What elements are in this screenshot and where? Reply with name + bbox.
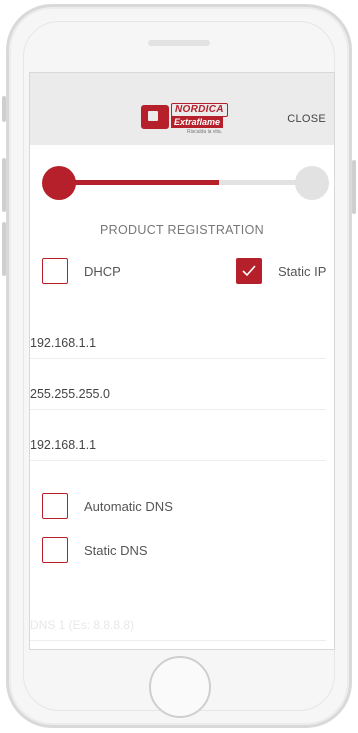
app-screen: NORDICA Extraflame Riscalda la vita. CLO…	[29, 72, 335, 650]
dhcp-checkbox[interactable]	[42, 258, 68, 284]
step-1-indicator	[42, 166, 76, 200]
ip-address-field[interactable]: 192.168.1.1	[30, 327, 326, 359]
automatic-dns-label: Automatic DNS	[84, 498, 173, 514]
progress-track	[60, 180, 312, 185]
mute-switch	[2, 96, 6, 122]
dhcp-option[interactable]: DHCP	[42, 258, 121, 284]
checkmark-icon	[242, 265, 256, 277]
close-button[interactable]: CLOSE	[287, 113, 326, 125]
dhcp-label: DHCP	[84, 263, 121, 279]
brand-logo-mark-icon	[141, 105, 169, 129]
earpiece-speaker	[148, 40, 210, 46]
brand-logo-tagline: Riscalda la vita.	[187, 129, 223, 135]
step-2-indicator	[295, 166, 329, 200]
progress-fill	[60, 180, 219, 185]
static-dns-checkbox[interactable]	[42, 537, 68, 563]
static-ip-checkbox[interactable]	[236, 258, 262, 284]
page-title: PRODUCT REGISTRATION	[100, 223, 264, 237]
top-bar: NORDICA Extraflame Riscalda la vita. CLO…	[30, 73, 334, 145]
dns1-input[interactable]	[30, 609, 326, 641]
automatic-dns-option[interactable]: Automatic DNS	[42, 493, 173, 519]
volume-up-button	[2, 158, 6, 212]
volume-down-button	[2, 222, 6, 276]
static-dns-label: Static DNS	[84, 542, 148, 558]
subnet-mask-field[interactable]: 255.255.255.0	[30, 378, 326, 410]
home-button[interactable]	[149, 656, 211, 718]
brand-logo-top: NORDICA	[171, 103, 228, 117]
gateway-field[interactable]: 192.168.1.1	[30, 429, 326, 461]
brand-logo: NORDICA Extraflame Riscalda la vita.	[141, 103, 237, 139]
static-dns-option[interactable]: Static DNS	[42, 537, 148, 563]
power-button	[352, 160, 356, 214]
brand-logo-mid: Extraflame	[171, 116, 224, 128]
static-ip-label: Static IP	[278, 263, 327, 279]
static-ip-option[interactable]: Static IP	[236, 258, 326, 284]
automatic-dns-checkbox[interactable]	[42, 493, 68, 519]
